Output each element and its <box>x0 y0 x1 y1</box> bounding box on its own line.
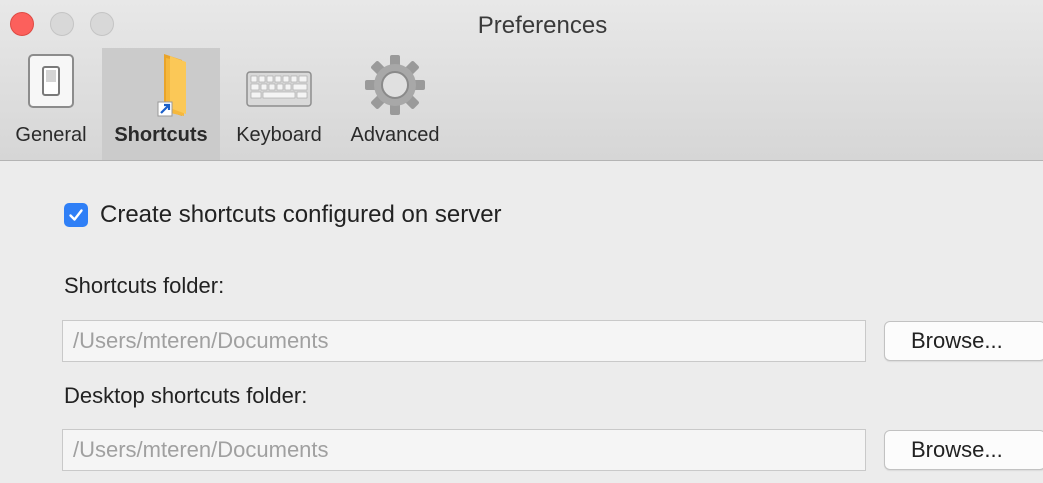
folder-shortcut-icon <box>102 52 220 118</box>
tab-keyboard[interactable]: Keyboard <box>226 48 332 160</box>
tab-keyboard-label: Keyboard <box>236 124 322 146</box>
create-shortcuts-checkbox[interactable] <box>64 203 88 227</box>
desktop-browse-button[interactable]: Browse... <box>884 430 1043 470</box>
shortcuts-folder-label: Shortcuts folder: <box>64 273 225 298</box>
desktop-folder-input[interactable] <box>62 429 866 471</box>
window-title: Preferences <box>477 12 608 39</box>
shortcuts-pane: Create shortcuts configured on server Sh… <box>0 161 1043 483</box>
keyboard-icon <box>226 52 332 118</box>
checkmark-icon <box>69 209 83 221</box>
switch-icon <box>4 52 98 118</box>
desktop-folder-label: Desktop shortcuts folder: <box>64 383 308 408</box>
shortcuts-browse-button[interactable]: Browse... <box>884 321 1043 361</box>
tab-shortcuts-label: Shortcuts <box>114 124 208 146</box>
create-shortcuts-row[interactable]: Create shortcuts configured on server <box>64 201 502 229</box>
create-shortcuts-label: Create shortcuts configured on server <box>100 201 502 228</box>
tab-advanced-label: Advanced <box>350 124 440 146</box>
gear-icon <box>340 52 450 118</box>
title-toolbar: Preferences General Shortcuts Keyboard A… <box>0 0 1043 161</box>
tab-advanced[interactable]: Advanced <box>340 48 450 160</box>
shortcuts-folder-input[interactable] <box>62 320 866 362</box>
preferences-window: Preferences General Shortcuts Keyboard A… <box>0 0 1043 483</box>
tab-shortcuts[interactable]: Shortcuts <box>102 48 220 160</box>
tab-general-label: General <box>15 124 87 146</box>
tab-general[interactable]: General <box>4 48 98 160</box>
